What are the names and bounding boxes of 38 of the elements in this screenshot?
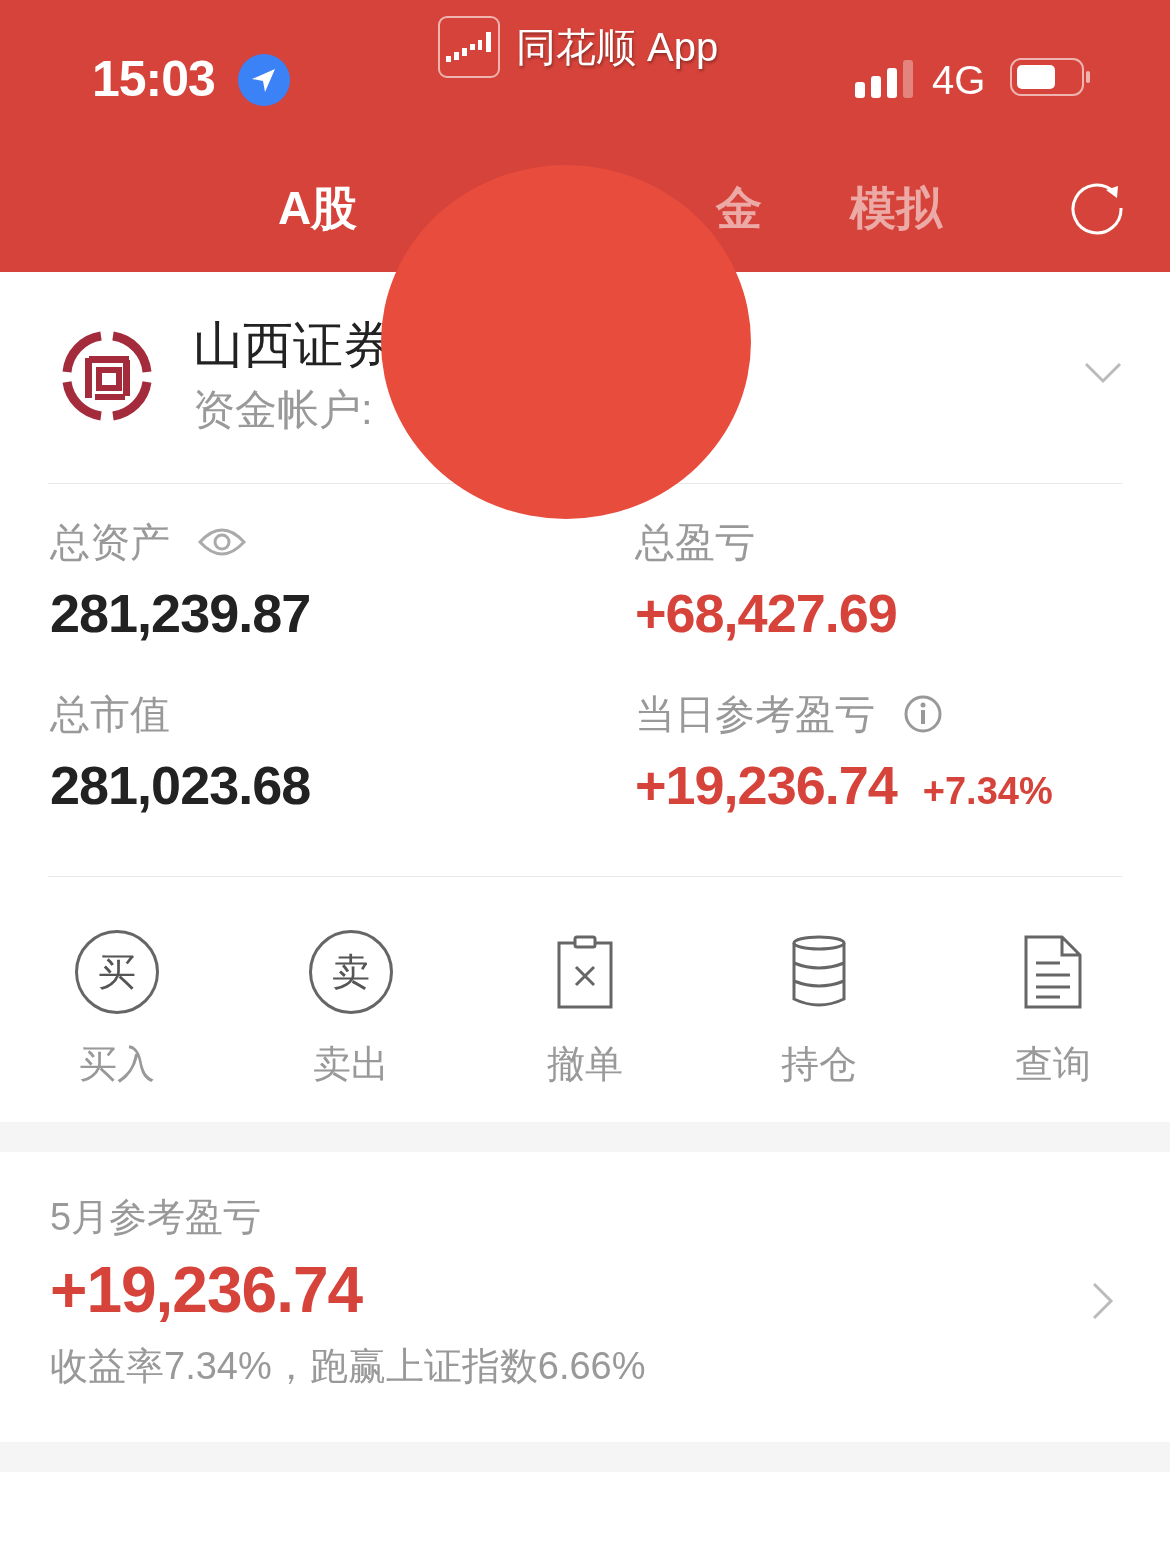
app-logo-icon (438, 16, 500, 78)
action-button[interactable]: 撤单 (468, 927, 702, 1090)
asset-label: 当日参考盈亏 (635, 690, 875, 738)
account-label: 资金帐户: (193, 385, 373, 435)
document-icon (1024, 935, 1082, 1009)
database-icon (791, 935, 847, 1009)
status-time: 15:03 (92, 50, 215, 108)
clipboard-x-icon (557, 935, 613, 1009)
app-name: 同花顺 App (516, 23, 719, 71)
market-tab[interactable]: 模拟 (850, 178, 943, 238)
info-icon[interactable] (903, 694, 943, 734)
asset-value: +68,427.69 (635, 582, 897, 644)
broker-logo-icon (61, 330, 153, 422)
action-button[interactable]: 卖 卖出 (234, 927, 468, 1090)
asset-value: +19,236.74 (635, 754, 897, 816)
eye-icon[interactable] (198, 526, 246, 558)
month-profit: +19,236.74 (50, 1253, 363, 1327)
change-percent: +7.34% (922, 770, 1053, 813)
chevron-right-icon[interactable] (1092, 1282, 1114, 1320)
battery-icon (1010, 58, 1092, 98)
market-tab[interactable]: A股 (278, 178, 358, 238)
trade-icon: 卖 (309, 930, 393, 1014)
market-tab[interactable]: 金 (716, 178, 763, 238)
chevron-down-icon[interactable] (1084, 362, 1122, 384)
asset-value: 281,023.68 (50, 754, 311, 816)
month-title: 5月参考盈亏 (50, 1195, 263, 1240)
asset-label: 总资产 (50, 518, 170, 566)
return-summary: 收益率7.34%，跑赢上证指数6.66% (50, 1344, 647, 1389)
network-type: 4G (932, 58, 986, 103)
action-button[interactable]: 查询 (936, 927, 1170, 1090)
asset-value: 281,239.87 (50, 582, 311, 644)
signal-icon (855, 60, 915, 100)
action-button[interactable]: 持仓 (702, 927, 936, 1090)
location-icon (238, 54, 290, 106)
action-button[interactable]: 买 买入 (0, 927, 234, 1090)
asset-label: 总市值 (50, 690, 170, 738)
asset-label: 总盈亏 (635, 518, 755, 566)
trade-icon: 买 (75, 930, 159, 1014)
